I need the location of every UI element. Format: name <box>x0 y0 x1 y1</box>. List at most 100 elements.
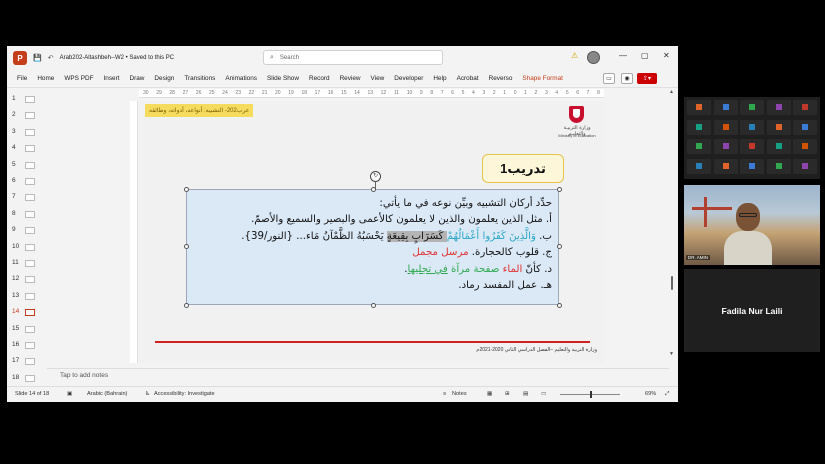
participant-thumbnail[interactable] <box>687 139 711 154</box>
scroll-up-icon[interactable]: ▲ <box>669 89 674 95</box>
undo-icon[interactable]: ↶ <box>48 54 54 62</box>
slide-thumbnail[interactable]: 5 <box>7 158 47 174</box>
tab-record[interactable]: Record <box>309 75 330 82</box>
search-box[interactable]: ⌕ Search <box>263 50 443 65</box>
participant-thumbnail[interactable] <box>740 158 764 174</box>
participant-thumbnail[interactable] <box>687 100 711 115</box>
slide-thumbnail[interactable]: 11 <box>7 256 47 272</box>
resize-handle[interactable] <box>371 187 376 192</box>
participant-thumbnail[interactable] <box>793 139 817 154</box>
close-button[interactable]: ✕ <box>663 51 670 60</box>
tab-insert[interactable]: Insert <box>104 75 120 82</box>
comments-icon[interactable]: ▭ <box>603 73 615 84</box>
tab-home[interactable]: Home <box>37 75 54 82</box>
resize-handle[interactable] <box>184 303 189 308</box>
slide-thumbnail[interactable]: 17 <box>7 354 47 370</box>
share-icon[interactable]: ⇪▾ <box>637 73 657 84</box>
resize-handle[interactable] <box>371 303 376 308</box>
warning-icon[interactable]: ⚠ <box>571 51 578 60</box>
tab-review[interactable]: Review <box>340 75 361 82</box>
tab-slide-show[interactable]: Slide Show <box>267 75 299 82</box>
participant-thumbnail[interactable] <box>740 119 764 135</box>
slide-thumbnail[interactable]: 18 <box>7 371 47 387</box>
participant-thumbnail[interactable] <box>713 100 738 115</box>
participant-thumbnail[interactable] <box>687 119 711 135</box>
slide-thumbnail[interactable]: 2 <box>7 108 47 124</box>
participant-avatar-icon <box>802 162 808 169</box>
spellcheck-icon[interactable]: ▣ <box>67 391 72 397</box>
tab-acrobat[interactable]: Acrobat <box>457 75 479 82</box>
tab-shape-format[interactable]: Shape Format <box>522 75 563 82</box>
document-title[interactable]: Arab202-Altashbeh--W2 • Saved to this PC <box>60 55 175 61</box>
selected-text-box[interactable]: حدِّد أركان التشبيه وبيِّن نوعه في ما يأ… <box>186 189 559 305</box>
notes-button[interactable]: Notes <box>452 391 467 397</box>
record-icon[interactable]: ◉ <box>621 73 633 84</box>
zoom-knob[interactable] <box>590 391 592 398</box>
resize-handle[interactable] <box>184 187 189 192</box>
tab-view[interactable]: View <box>371 75 385 82</box>
tab-transitions[interactable]: Transitions <box>184 75 215 82</box>
maximize-button[interactable]: ▢ <box>641 51 649 60</box>
slide-canvas[interactable]: عرب202- التشبيه: أنواعه، أدواته، وظائفه … <box>139 101 604 363</box>
slide-thumbnail[interactable]: 14 <box>7 305 47 321</box>
participant-thumbnail[interactable] <box>740 139 764 154</box>
participant-thumbnail[interactable] <box>713 139 738 154</box>
tab-help[interactable]: Help <box>433 75 446 82</box>
slide-thumbnail[interactable]: 6 <box>7 174 47 190</box>
participant-thumbnail[interactable] <box>766 139 791 154</box>
participant-thumbnail[interactable] <box>766 100 791 115</box>
zoom-slider[interactable] <box>560 391 620 398</box>
slide-thumbnail[interactable]: 16 <box>7 338 47 354</box>
participant-thumbnail[interactable] <box>740 100 764 115</box>
participant-thumbnail[interactable] <box>687 158 711 174</box>
resize-handle[interactable] <box>557 187 562 192</box>
participant-thumbnail[interactable] <box>766 158 791 174</box>
minimize-button[interactable]: — <box>619 51 627 60</box>
slide-thumbnail[interactable]: 13 <box>7 289 47 305</box>
fit-slide-icon[interactable]: ⤢ <box>665 391 669 398</box>
slide-thumbnail[interactable]: 7 <box>7 190 47 206</box>
speaker-video[interactable]: DR. AMIN <box>684 185 820 265</box>
slide-thumbnail[interactable]: 10 <box>7 240 47 256</box>
tab-file[interactable]: File <box>17 75 27 82</box>
tab-draw[interactable]: Draw <box>129 75 144 82</box>
slide-thumbnail[interactable]: 1 <box>7 92 47 108</box>
scroll-down-icon[interactable]: ▼ <box>669 351 674 357</box>
language-status[interactable]: Arabic (Bahrain) <box>87 391 127 397</box>
participant-thumbnail[interactable] <box>713 158 738 174</box>
vertical-scrollbar[interactable]: ▲ ▼ <box>668 89 676 373</box>
rotate-handle-icon[interactable]: ↻ <box>370 171 381 182</box>
drill-title-box[interactable]: تدريب1 <box>482 154 564 183</box>
slide-sorter-icon[interactable]: ⊞ <box>505 391 510 397</box>
resize-handle[interactable] <box>184 244 189 249</box>
accessibility-status[interactable]: Accessibility: Investigate <box>154 391 215 397</box>
tab-wps-pdf[interactable]: WPS PDF <box>64 75 93 82</box>
slide-thumbnail[interactable]: 4 <box>7 141 47 157</box>
reading-view-icon[interactable]: ▤ <box>523 391 528 397</box>
normal-view-icon[interactable]: ▦ <box>487 391 492 397</box>
participant-tile[interactable]: Fadila Nur Laili <box>684 269 820 352</box>
slide-thumbnail[interactable]: 8 <box>7 207 47 223</box>
tab-reverso[interactable]: Reverso <box>489 75 513 82</box>
scroll-thumb[interactable] <box>671 276 673 290</box>
ruler-tick: 28 <box>169 90 175 96</box>
participant-thumbnail[interactable] <box>713 119 738 135</box>
participant-thumbnail[interactable] <box>793 119 817 135</box>
notes-pane[interactable]: Tap to add notes <box>47 368 669 382</box>
resize-handle[interactable] <box>557 244 562 249</box>
tab-animations[interactable]: Animations <box>225 75 257 82</box>
tab-developer[interactable]: Developer <box>394 75 423 82</box>
zoom-level[interactable]: 69% <box>645 391 656 397</box>
save-icon[interactable]: 💾 <box>33 54 42 62</box>
slide-thumbnail[interactable]: 12 <box>7 272 47 288</box>
slide-thumbnail[interactable]: 9 <box>7 223 47 239</box>
participant-thumbnail[interactable] <box>793 158 817 174</box>
participant-thumbnail[interactable] <box>766 119 791 135</box>
tab-design[interactable]: Design <box>154 75 174 82</box>
participant-thumbnail[interactable] <box>793 100 817 115</box>
resize-handle[interactable] <box>557 303 562 308</box>
slideshow-icon[interactable]: ▭ <box>541 391 546 397</box>
slide-thumbnail[interactable]: 3 <box>7 125 47 141</box>
user-avatar[interactable] <box>587 51 600 64</box>
slide-thumbnail[interactable]: 15 <box>7 322 47 338</box>
